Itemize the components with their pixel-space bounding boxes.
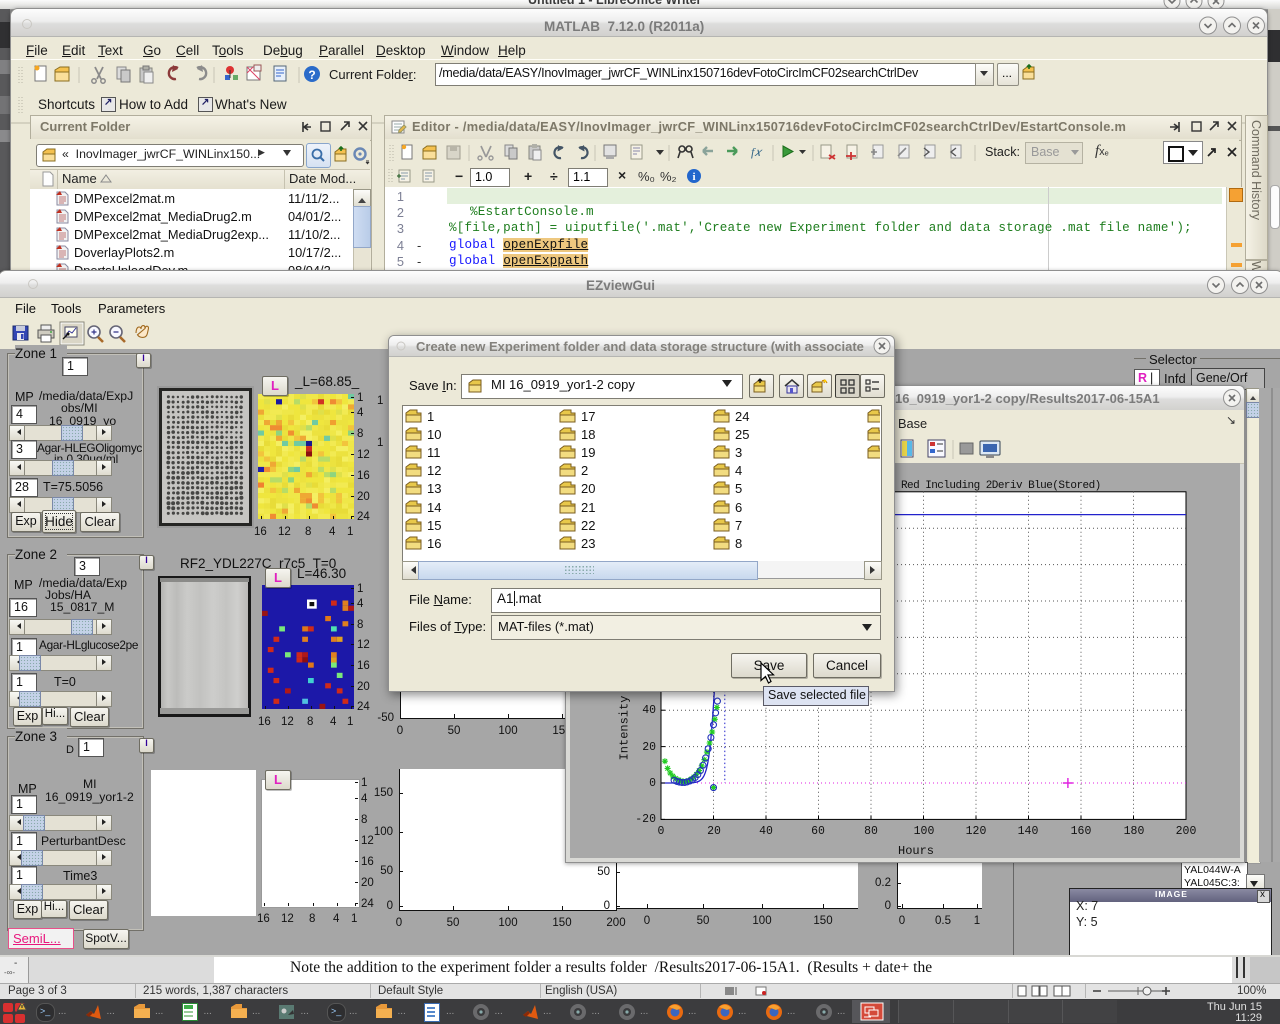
svg-text:f𝑥: f𝑥 — [751, 145, 763, 159]
svg-text:?: ? — [308, 68, 315, 82]
svg-text:%₂: %₂ — [660, 169, 677, 184]
svg-text:i: i — [692, 171, 695, 183]
svg-text:%₀: %₀ — [638, 169, 655, 184]
